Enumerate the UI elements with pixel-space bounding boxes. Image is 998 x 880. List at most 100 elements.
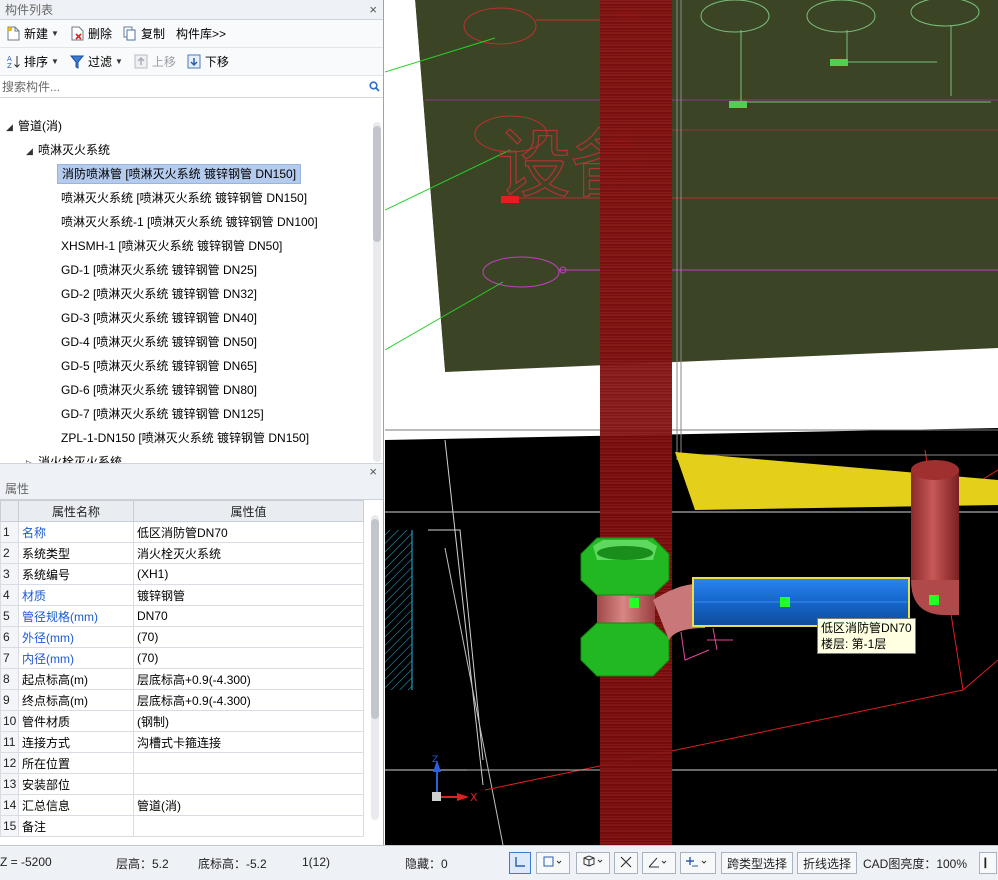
tree-item[interactable]: 喷淋灭火系统 [喷淋灭火系统 镀锌钢管 DN150] [57, 188, 311, 208]
move-down-button[interactable]: 下移 [183, 51, 233, 73]
app-window: 构件列表 × 新建 ▼ 删除 复制 构件库>> A Z 排序 ▼ 过滤 ▼ 上移… [0, 0, 998, 880]
tree-scrollbar[interactable] [373, 122, 381, 462]
property-value[interactable]: 消火栓灭火系统 [133, 542, 364, 564]
row-number: 2 [0, 542, 19, 564]
property-value[interactable]: DN70 [133, 605, 364, 627]
close-icon[interactable]: × [369, 0, 377, 20]
component-library-button[interactable]: 构件库>> [172, 23, 230, 45]
row-number: 12 [0, 752, 19, 774]
delete-button[interactable]: 删除 [66, 23, 116, 45]
properties-scrollbar[interactable] [371, 515, 379, 820]
copy-button[interactable]: 复制 [119, 23, 169, 45]
property-row[interactable]: 7 内径(mm) (70) [0, 647, 364, 669]
property-value[interactable]: (70) [133, 647, 364, 669]
status-hidden: 隐藏：0 [405, 857, 448, 871]
collapse-icon[interactable]: ▷ [26, 453, 38, 463]
property-row[interactable]: 4 材质 镀锌钢管 [0, 584, 364, 606]
ortho-toggle-button[interactable] [509, 852, 531, 874]
tree-node-root[interactable]: ◢ 管道(消) [6, 116, 62, 136]
view-cube-button[interactable] [576, 852, 610, 874]
row-number: 11 [0, 731, 19, 753]
polyline-select-label: 折线选择 [802, 856, 851, 871]
property-row[interactable]: 10 管件材质 (钢制) [0, 710, 364, 732]
tree-item[interactable]: GD-3 [喷淋灭火系统 镀锌钢管 DN40] [57, 308, 261, 328]
panel-splitter[interactable]: × [0, 463, 383, 479]
cross-type-select-button[interactable]: 跨类型选择 [721, 852, 793, 874]
drawing-viewport[interactable]: 设备 Z X [385, 0, 998, 845]
brightness-slider[interactable]: ▎ [979, 852, 997, 874]
search-input[interactable] [2, 76, 365, 97]
filter-button[interactable]: 过滤 ▼ [66, 51, 127, 73]
property-row[interactable]: 13 安装部位 [0, 773, 364, 795]
scrollbar-thumb[interactable] [371, 519, 379, 719]
move-up-button[interactable]: 上移 [130, 51, 180, 73]
property-value[interactable]: 沟槽式卡箍连接 [133, 731, 364, 753]
tree-node-group[interactable]: ▷ 消火栓灭火系统 [26, 452, 122, 463]
tree-item[interactable]: GD-2 [喷淋灭火系统 镀锌钢管 DN32] [57, 284, 261, 304]
property-row[interactable]: 11 连接方式 沟槽式卡箍连接 [0, 731, 364, 753]
property-row[interactable]: 8 起点标高(m) 层底标高+0.9(-4.300) [0, 668, 364, 690]
property-row[interactable]: 5 管径规格(mm) DN70 [0, 605, 364, 627]
property-value[interactable]: 管道(消) [133, 794, 364, 816]
cross-snap-button[interactable] [614, 852, 638, 874]
property-row[interactable]: 14 汇总信息 管道(消) [0, 794, 364, 816]
scrollbar-thumb[interactable] [373, 126, 381, 242]
expand-icon[interactable]: ◢ [6, 117, 18, 137]
column-header-name: 属性名称 [18, 500, 134, 522]
expand-icon[interactable]: ◢ [26, 141, 38, 161]
search-icon[interactable] [365, 81, 383, 92]
property-value[interactable]: (钢制) [133, 710, 364, 732]
angle-snap-button[interactable] [642, 852, 676, 874]
tree-item[interactable]: GD-5 [喷淋灭火系统 镀锌钢管 DN65] [57, 356, 261, 376]
property-value[interactable] [133, 773, 364, 795]
sort-icon: AZ [6, 54, 21, 69]
viewport-canvas[interactable]: 设备 Z X [385, 0, 998, 845]
component-search [0, 76, 383, 98]
property-value[interactable]: 层底标高+0.9(-4.300) [133, 689, 364, 711]
tree-item[interactable]: XHSMH-1 [喷淋灭火系统 镀锌钢管 DN50] [57, 236, 286, 256]
tree-item[interactable]: 消防喷淋管 [喷淋灭火系统 镀锌钢管 DN150] [57, 164, 302, 184]
property-row[interactable]: 1 名称 低区消防管DN70 [0, 521, 364, 543]
snap-mode-button[interactable] [536, 852, 570, 874]
property-value[interactable]: 层底标高+0.9(-4.300) [133, 668, 364, 690]
row-number: 6 [0, 626, 19, 648]
property-value[interactable]: (XH1) [133, 563, 364, 585]
row-number: 9 [0, 689, 19, 711]
tree-node-group[interactable]: ◢ 喷淋灭火系统 [26, 140, 110, 160]
component-list-title: 构件列表 [5, 3, 54, 17]
property-name: 管件材质 [18, 710, 134, 732]
property-value[interactable] [133, 815, 364, 837]
tree-item[interactable]: GD-4 [喷淋灭火系统 镀锌钢管 DN50] [57, 332, 261, 352]
property-value[interactable]: (70) [133, 626, 364, 648]
property-value[interactable] [133, 752, 364, 774]
row-number: 8 [0, 668, 19, 690]
pipe-tooltip: 低区消防管DN70 楼层: 第-1层 [817, 618, 916, 654]
sort-button[interactable]: AZ 排序 ▼ [2, 51, 63, 73]
row-number: 10 [0, 710, 19, 732]
property-row[interactable]: 3 系统编号 (XH1) [0, 563, 364, 585]
property-name: 管径规格(mm) [18, 605, 134, 627]
property-value[interactable]: 低区消防管DN70 [133, 521, 364, 543]
tree-item[interactable]: GD-7 [喷淋灭火系统 镀锌钢管 DN125] [57, 404, 268, 424]
tree-item[interactable]: GD-6 [喷淋灭火系统 镀锌钢管 DN80] [57, 380, 261, 400]
property-name: 备注 [18, 815, 134, 837]
filter-label: 过滤 [87, 55, 112, 69]
property-row[interactable]: 15 备注 [0, 815, 364, 837]
tree-item[interactable]: GD-1 [喷淋灭火系统 镀锌钢管 DN25] [57, 260, 261, 280]
property-row[interactable]: 6 外径(mm) (70) [0, 626, 364, 648]
tree-node-label: 喷淋灭火系统 [38, 143, 111, 157]
tree-item[interactable]: ZPL-1-DN150 [喷淋灭火系统 镀锌钢管 DN150] [57, 428, 313, 448]
property-row[interactable]: 2 系统类型 消火栓灭火系统 [0, 542, 364, 564]
property-row[interactable]: 9 终点标高(m) 层底标高+0.9(-4.300) [0, 689, 364, 711]
close-icon[interactable]: × [369, 464, 377, 479]
polyline-select-button[interactable]: 折线选择 [797, 852, 857, 874]
row-number: 13 [0, 773, 19, 795]
tree-item[interactable]: 喷淋灭火系统-1 [喷淋灭火系统 镀锌钢管 DN100] [57, 212, 322, 232]
property-row[interactable]: 12 所在位置 [0, 752, 364, 774]
property-name: 内径(mm) [18, 647, 134, 669]
property-value[interactable]: 镀锌钢管 [133, 584, 364, 606]
status-bottom-elevation: 底标高：-5.2 [198, 857, 267, 871]
new-button[interactable]: 新建 ▼ [2, 23, 63, 45]
component-library-label: 构件库>> [175, 27, 226, 41]
add-point-button[interactable] [680, 852, 716, 874]
